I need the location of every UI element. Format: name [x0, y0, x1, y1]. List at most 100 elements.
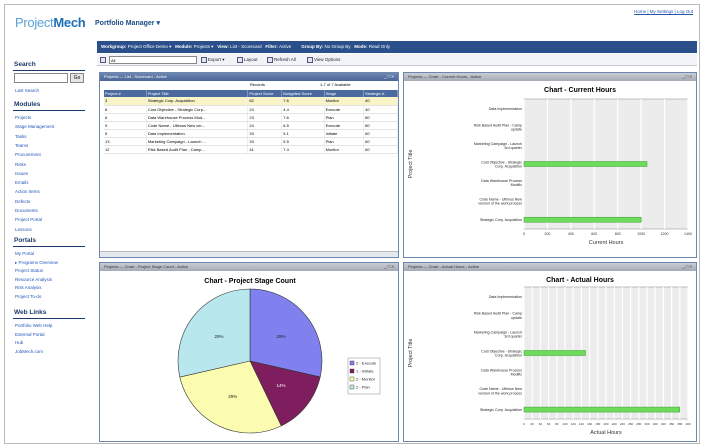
- column-header[interactable]: Project #: [104, 90, 147, 97]
- y-axis-label: Project Title: [408, 339, 414, 368]
- filter-select[interactable]: Active: [279, 44, 291, 49]
- table-row[interactable]: 12 Risk Based Audit Plan - Camp... 41 7.4 Mo…: [104, 145, 398, 154]
- x-tick-label: 20: [531, 422, 535, 426]
- view-select[interactable]: List - Scorecard: [230, 44, 262, 49]
- bar: [523, 350, 586, 356]
- sidebar-link[interactable]: JobMech.com: [15, 349, 43, 354]
- sidebar-link[interactable]: Emails: [15, 180, 29, 185]
- column-header[interactable]: Project Title: [146, 90, 249, 97]
- actual-hours-chart: Chart - Actual Hours 0 20 40 60 80 100 120 140 16…: [408, 277, 691, 436]
- mode-select[interactable]: Read Only: [369, 44, 390, 49]
- column-header[interactable]: Project Score: [247, 90, 283, 97]
- refresh-button[interactable]: Refresh All: [267, 54, 296, 66]
- search-icon[interactable]: [100, 57, 106, 63]
- weblinks-heading: Web Links: [14, 309, 47, 316]
- sidebar-link[interactable]: Portfolio Web Help: [15, 323, 52, 328]
- table-cell: Plan: [324, 137, 365, 146]
- filter-bar: Workgroup: Project Office Demo ▾ Module:…: [97, 41, 697, 53]
- sidebar-link[interactable]: Documents: [15, 208, 38, 213]
- column-header[interactable]: Stage: [324, 90, 365, 97]
- refresh-label: Refresh All: [274, 57, 296, 62]
- stage-count-panel-title: Projects — Chart - Project Stage Count -…: [104, 264, 189, 269]
- sidebar-link[interactable]: Project Status: [15, 268, 43, 273]
- category-label: 3rd quarter: [504, 335, 522, 339]
- table-row[interactable]: 6 Data Warehouse Process Mod... 23 7.6 Plan 8…: [104, 113, 398, 122]
- current-hours-titlebar[interactable]: Projects — Chart - Current Hours - Activ…: [404, 73, 696, 81]
- sidebar-link[interactable]: Project Portal: [15, 217, 42, 222]
- table-body: 3 Strategic Corp. Acquisition 82 7.6 Monitor…: [104, 97, 398, 154]
- table-row[interactable]: 13 Marketing Campaign - Launch ... 33 5.5 Pl…: [104, 137, 398, 146]
- top-links[interactable]: Home | My Settings | Log Out: [634, 9, 693, 14]
- sidebar-link[interactable]: Risks: [15, 162, 26, 167]
- logo[interactable]: ProjectMech: [15, 15, 86, 30]
- x-tick-label: 100: [562, 422, 567, 426]
- sidebar-link[interactable]: Risk Analysis: [15, 285, 42, 290]
- sidebar-link[interactable]: My Portal: [15, 251, 34, 256]
- layout-icon: [237, 56, 243, 63]
- sidebar-link[interactable]: Resource Analysis: [15, 277, 52, 282]
- table-cell: 13: [104, 137, 147, 146]
- layout-button[interactable]: Layout: [237, 54, 258, 66]
- last-search-link[interactable]: Last Search: [15, 88, 39, 93]
- sidebar-link[interactable]: Lessons: [15, 227, 32, 232]
- x-tick-label: 600: [591, 232, 597, 236]
- sidebar-link[interactable]: Project To-do: [15, 294, 41, 299]
- list-panel-titlebar[interactable]: Projects — List - Scorecard - Active _□×: [100, 73, 398, 81]
- table-cell: Initiate: [324, 129, 365, 138]
- sidebar-link[interactable]: Issues: [15, 171, 28, 176]
- module-select[interactable]: Projects ▾: [194, 44, 214, 49]
- category-label: version of the work process: [478, 202, 522, 206]
- column-header[interactable]: Strategic A: [363, 90, 398, 97]
- x-tick-label: 60: [547, 422, 551, 426]
- go-button[interactable]: Go: [70, 73, 84, 83]
- table-row[interactable]: 5 Data Implementation 33 5.1 Initiate 60: [104, 129, 398, 138]
- sidebar-search-input[interactable]: [14, 73, 68, 83]
- options-icon: [307, 56, 313, 63]
- horizontal-scrollbar[interactable]: [100, 251, 398, 257]
- category-label: Corp. Acquisition: [495, 165, 522, 169]
- actual-hours-titlebar[interactable]: Projects — Chart - Actual Hours - Active…: [404, 263, 696, 271]
- sidebar-link[interactable]: Defects: [15, 199, 30, 204]
- category-label: Data Implementation: [489, 107, 522, 111]
- stage-count-titlebar[interactable]: Projects — Chart - Project Stage Count -…: [100, 263, 398, 271]
- header: ProjectMech Portfolio Manager ▾ Home | M…: [5, 5, 699, 41]
- window-controls-icon[interactable]: _□×: [384, 263, 395, 271]
- x-tick-label: 0: [523, 422, 525, 426]
- sidebar-link[interactable]: Stage Management: [15, 124, 54, 129]
- table-cell: 5: [104, 129, 147, 138]
- window-controls-icon[interactable]: _□×: [682, 263, 693, 271]
- table-row[interactable]: 9 Code Name - Ultimus New ver... 24 6.5 Exec…: [104, 121, 398, 130]
- list-panel: Projects — List - Scorecard - Active _□× …: [99, 72, 399, 258]
- table-cell: 7.6: [281, 97, 325, 106]
- bar: [523, 406, 681, 413]
- column-header[interactable]: Budgeted Score: [281, 90, 325, 97]
- table-cell: 33: [247, 129, 283, 138]
- filter-label: Filter:: [265, 44, 278, 49]
- table-row[interactable]: 8 Cost Objective - Strategic Corp... 24 4.4…: [104, 105, 398, 114]
- workgroup-select[interactable]: Project Office Demo ▾: [128, 44, 172, 49]
- app-title-menu[interactable]: Portfolio Manager ▾: [95, 19, 160, 27]
- x-axis-label: Current Hours: [589, 240, 624, 246]
- records-bar: Records 1-7 of 7 Available: [100, 81, 398, 90]
- sidebar-link[interactable]: Teams: [15, 143, 28, 148]
- export-button[interactable]: Export ▾: [201, 54, 225, 66]
- toolbar-search-input[interactable]: [109, 56, 197, 64]
- table-cell: Execute: [324, 105, 365, 114]
- sidebar-link[interactable]: Projects: [15, 115, 31, 120]
- y-axis-label: Project Title: [408, 150, 414, 179]
- groupby-select[interactable]: No Group By: [325, 44, 351, 49]
- sidebar-link[interactable]: Hub: [15, 340, 23, 345]
- view-options-button[interactable]: View Options: [307, 54, 340, 66]
- sidebar-link[interactable]: Action Items: [15, 189, 40, 194]
- sidebar-link[interactable]: External Portal: [15, 332, 45, 337]
- list-panel-title: Projects — List - Scorecard - Active: [104, 74, 167, 79]
- window-controls-icon[interactable]: _□×: [682, 73, 693, 81]
- sidebar-link[interactable]: ▸ Programs Overview: [15, 260, 58, 266]
- table-row[interactable]: 3 Strategic Corp. Acquisition 82 7.6 Monitor…: [104, 97, 398, 106]
- records-value: 1-7 of 7 Available: [320, 82, 351, 87]
- table-cell: 82: [247, 97, 283, 106]
- sidebar-link[interactable]: Procurement: [15, 152, 41, 157]
- sidebar-link[interactable]: Tasks: [15, 134, 27, 139]
- legend-swatch: [349, 376, 355, 382]
- window-controls-icon[interactable]: _□×: [384, 73, 395, 81]
